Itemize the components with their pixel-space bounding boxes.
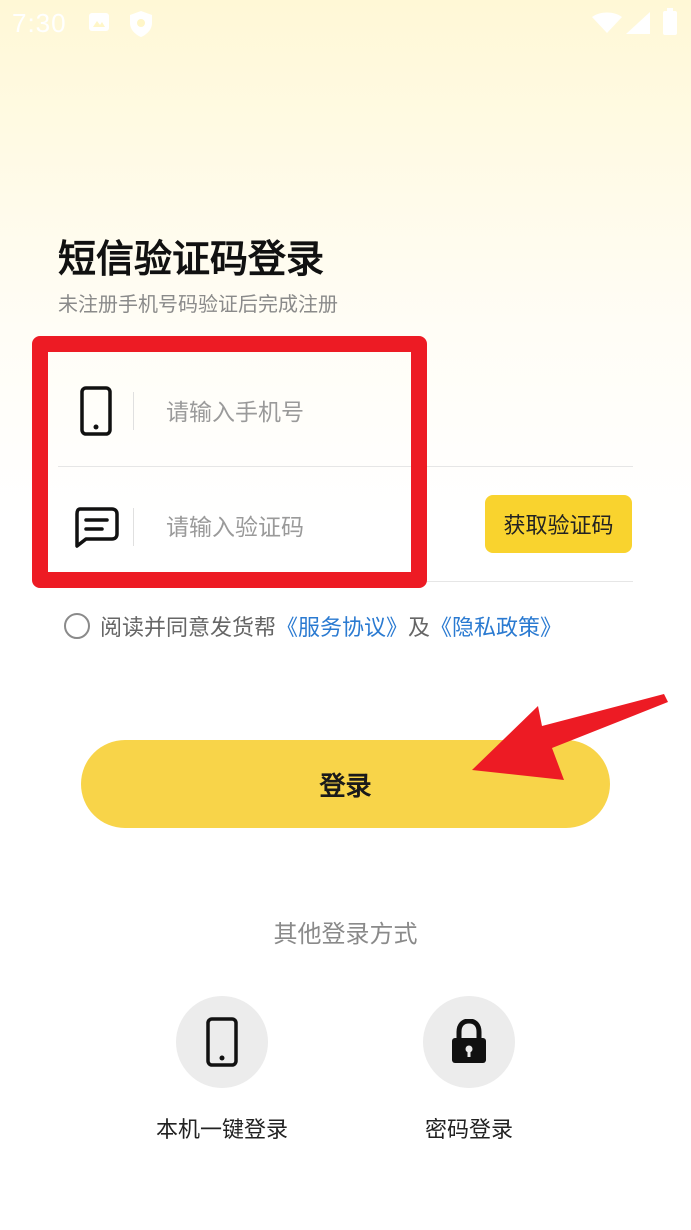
page-title: 短信验证码登录 [58,237,325,281]
code-field-separator [133,508,134,546]
status-bar: 7:30 [0,0,691,48]
agreement-prefix: 阅读并同意发货帮 [100,616,277,641]
status-time: 7:30 [12,8,67,38]
shield-icon [130,11,152,37]
other-login-title: 其他登录方式 [273,920,418,948]
battery-icon [663,8,677,35]
lock-icon [452,1019,486,1063]
agreement-row: 阅读并同意发货帮 《服务协议》 及 《隐私政策》 [64,608,562,644]
highlight-annotation-box [32,336,427,588]
password-login-label[interactable]: 密码登录 [369,1112,569,1144]
get-code-button[interactable]: 获取验证码 [485,495,632,553]
phone-icon [206,1017,238,1067]
arrow-annotation-icon [472,694,668,780]
agreement-and: 及 [408,616,431,641]
one-click-login-label[interactable]: 本机一键登录 [122,1112,322,1144]
page-subtitle: 未注册手机号码验证后完成注册 [58,292,338,316]
phone-field-divider [58,466,633,467]
phone-field-separator [133,392,134,430]
message-icon [75,507,119,548]
signal-icon [626,12,650,34]
phone-icon [80,386,112,436]
notification-icon [89,13,109,31]
agreement-radio[interactable] [64,613,90,639]
password-login-button[interactable] [423,996,515,1088]
phone-input[interactable] [166,395,381,431]
wifi-icon [592,12,622,33]
code-field-divider [58,581,633,582]
privacy-policy-link[interactable]: 《隐私政策》 [430,610,562,642]
code-input[interactable] [166,510,381,546]
one-click-login-button[interactable] [176,996,268,1088]
service-agreement-link[interactable]: 《服务协议》 [276,610,408,642]
